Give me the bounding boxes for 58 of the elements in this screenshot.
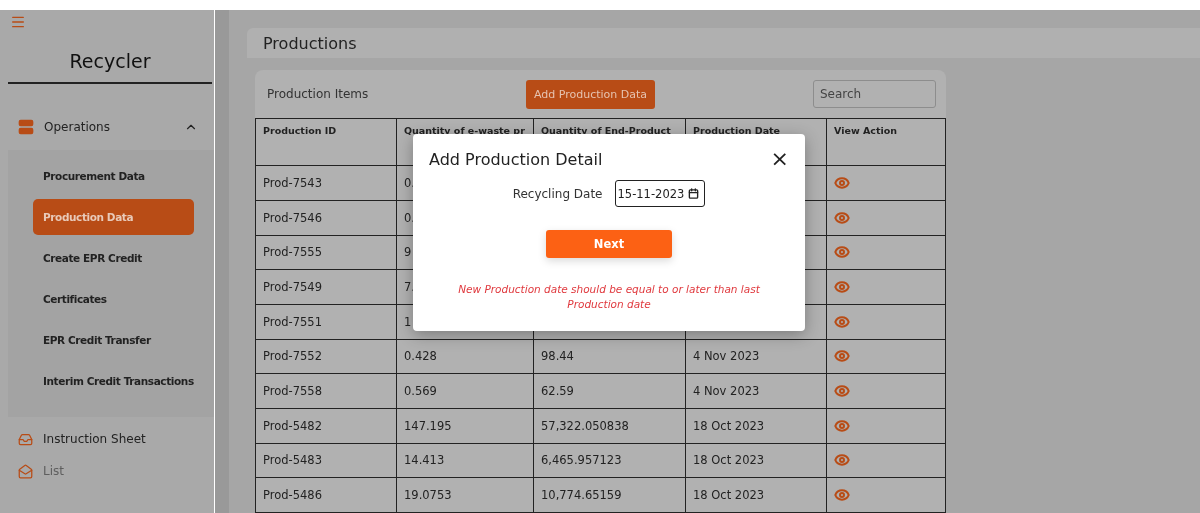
menu-item[interactable]: Production Data: [33, 199, 194, 235]
table-cell: 6,465.957123: [534, 443, 686, 479]
table-cell: 4 Nov 2023: [686, 339, 827, 375]
table-cell: 62.59: [534, 374, 686, 409]
calendar-icon[interactable]: [688, 188, 700, 200]
table-cell: 14.413: [397, 443, 534, 479]
menu-icon[interactable]: [10, 14, 26, 30]
eye-icon[interactable]: [834, 174, 850, 191]
eye-icon[interactable]: [834, 487, 850, 504]
menu-group[interactable]: Operations: [0, 104, 214, 150]
table-cell: Prod-7558: [256, 374, 397, 409]
envelope-icon: [18, 463, 33, 479]
table-cell: Prod-5482: [256, 408, 397, 444]
eye-icon[interactable]: [834, 348, 850, 365]
menu-item[interactable]: Instruction Sheet: [0, 423, 214, 455]
table-cell: Prod-7551: [256, 304, 397, 340]
eye-icon[interactable]: [834, 279, 850, 296]
table-cell: 4 Nov 2023: [686, 374, 827, 409]
menu-item[interactable]: Certificates: [33, 281, 194, 317]
table-cell: 98.44: [534, 339, 686, 375]
table-cell: Prod-7555: [256, 235, 397, 271]
eye-icon[interactable]: [834, 313, 850, 330]
scrollbar[interactable]: [215, 10, 229, 513]
table-cell: 0.569: [397, 374, 534, 409]
menu-item[interactable]: Create EPR Credit: [33, 240, 194, 276]
table-cell: Prod-5486: [256, 478, 397, 513]
table-cell: 18 Oct 2023: [686, 478, 827, 513]
app-title: Recycler: [8, 32, 212, 84]
card-title: Production Items: [267, 87, 370, 102]
column-header: Production ID: [256, 118, 397, 167]
inbox-icon: [18, 431, 33, 447]
table-cell: Prod-7546: [256, 200, 397, 236]
table-cell: 57,322.050838: [534, 408, 686, 444]
menu-group-label: Operations: [44, 120, 111, 134]
menu-item[interactable]: Procurement Data: [33, 158, 194, 194]
eye-icon[interactable]: [834, 244, 850, 261]
eye-icon[interactable]: [834, 417, 850, 434]
eye-icon[interactable]: [834, 452, 850, 469]
table-cell: Prod-5483: [256, 443, 397, 479]
add-button[interactable]: Add Production Data: [526, 79, 656, 109]
column-header: View Action: [827, 118, 946, 167]
table-cell: 18 Oct 2023: [686, 443, 827, 479]
table-cell: 0.428: [397, 339, 534, 375]
eye-icon[interactable]: [834, 209, 850, 226]
table-cell: 18 Oct 2023: [686, 408, 827, 444]
menu-item[interactable]: Interim Credit Transactions: [33, 363, 194, 399]
table-cell: 19.0753: [397, 478, 534, 513]
table-cell: Prod-7543: [256, 166, 397, 201]
page-title: Productions: [247, 28, 1200, 59]
table-cell: Prod-7549: [256, 270, 397, 305]
date-field[interactable]: 15-11-2023: [614, 180, 706, 208]
table-cell: 147.195: [397, 408, 534, 444]
search-field[interactable]: Search: [813, 80, 936, 109]
menu-item[interactable]: EPR Credit Transfer: [33, 322, 194, 358]
server-icon: [18, 119, 34, 135]
eye-icon[interactable]: [834, 383, 850, 400]
table-cell: Prod-7552: [256, 339, 397, 375]
table-cell: 10,774.65159: [534, 478, 686, 513]
